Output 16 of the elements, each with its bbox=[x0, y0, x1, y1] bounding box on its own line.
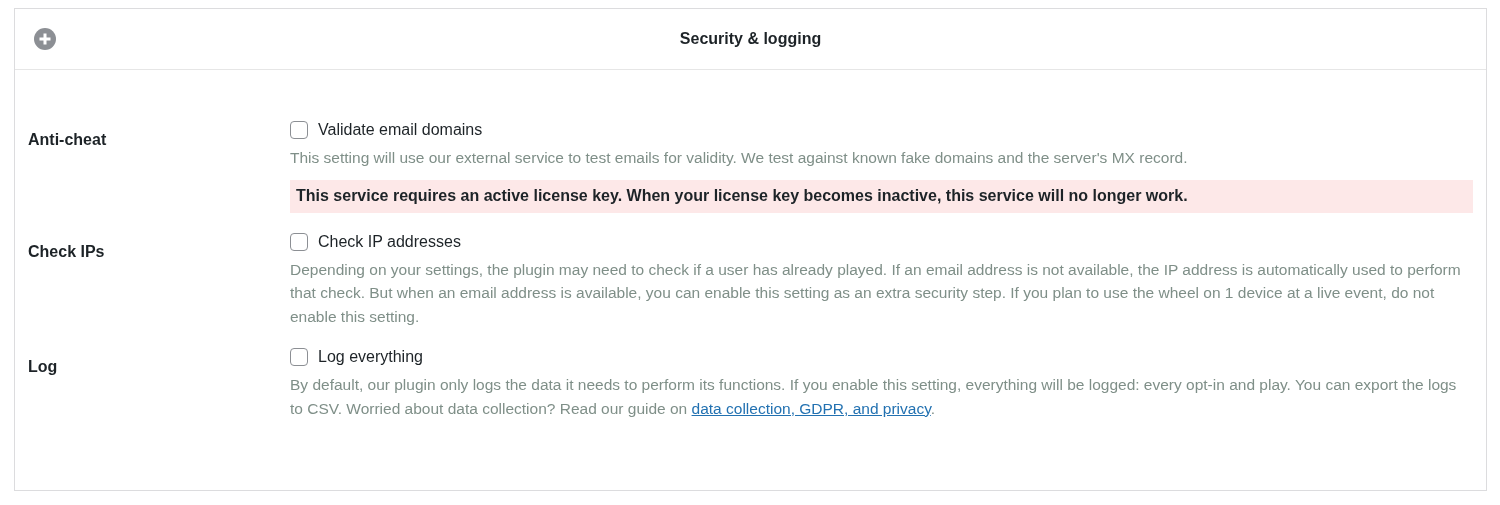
guide-link[interactable]: data collection, GDPR, and privacy bbox=[691, 399, 931, 417]
setting-description: By default, our plugin only logs the data it needs to perform its functions. If you enable this setting, everything will be logged: every opt-in and play. You can export the logs to CSV. Worried about data collection? Read our guide on data collection, GDPR, and privacy. bbox=[290, 375, 1458, 419]
setting-label: Check IPs bbox=[28, 241, 106, 262]
option-label: Log everything bbox=[318, 348, 423, 366]
license-notice: This service requires an active license key. When your license key becomes inactive, this service will no longer work. bbox=[290, 179, 1473, 213]
plus-icon[interactable] bbox=[34, 28, 56, 50]
checkbox[interactable] bbox=[290, 232, 308, 251]
setting-label: Log bbox=[28, 357, 59, 377]
option-label: Validate email domains bbox=[318, 121, 483, 139]
setting-description: Depending on your settings, the plugin may need to check if a user has already played. If an email address is not available, the IP address is automatically used to perform that check. But when an email address is available, you can enable this setting as an extra security step. If you plan to use the wheel on 1 device at a live event, do not enable this setting. bbox=[290, 259, 1462, 327]
option-label: Check IP addresses bbox=[318, 232, 461, 251]
panel-title: Security & logging bbox=[679, 30, 822, 48]
checkbox[interactable] bbox=[290, 121, 308, 139]
checkbox[interactable] bbox=[290, 348, 308, 366]
setting-description: This setting will use our external service to test emails for validity. We test against known fake domains and the server's MX record. bbox=[290, 148, 1189, 168]
setting-label: Anti-cheat bbox=[28, 130, 108, 150]
